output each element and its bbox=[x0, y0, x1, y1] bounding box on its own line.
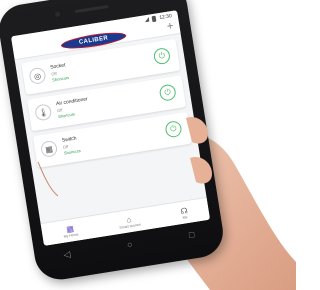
device-status: Off bbox=[56, 107, 63, 114]
nav-label: My Home bbox=[63, 231, 79, 239]
home-key-icon[interactable]: ○ bbox=[126, 239, 133, 250]
device-name: Socket bbox=[49, 62, 66, 71]
shortcuts-link[interactable]: Shortcuts bbox=[52, 75, 69, 83]
shortcuts-link[interactable]: Shortcuts bbox=[58, 111, 75, 119]
front-camera bbox=[54, 11, 61, 18]
back-key-icon[interactable]: ◁ bbox=[63, 248, 72, 260]
smartphone: 12:30 CALIBER + ◎ Socket Off Shortcuts ⏻… bbox=[0, 0, 227, 284]
signal-icon bbox=[144, 17, 150, 23]
thermometer-icon: 🌡 bbox=[34, 103, 53, 122]
switch-icon: ▦ bbox=[39, 139, 59, 159]
device-status: Off bbox=[62, 143, 69, 150]
device-status: Off bbox=[50, 70, 57, 77]
photo-scene: 12:30 CALIBER + ◎ Socket Off Shortcuts ⏻… bbox=[0, 0, 296, 290]
nav-label: Smart scenes bbox=[119, 222, 141, 230]
power-icon[interactable]: ⏻ bbox=[152, 46, 172, 66]
nav-my-home[interactable]: ▦ My Home bbox=[62, 223, 79, 239]
nav-smart-scenes[interactable]: ⌂ Smart scenes bbox=[118, 213, 141, 229]
recents-key-icon[interactable]: □ bbox=[188, 229, 195, 240]
shortcuts-link[interactable]: Shortcuts bbox=[63, 148, 80, 156]
device-name: Switch bbox=[61, 135, 77, 144]
battery-icon bbox=[151, 15, 157, 22]
device-name: Air conditioner bbox=[55, 96, 89, 108]
nav-label: Me bbox=[182, 214, 188, 220]
socket-icon: ◎ bbox=[28, 66, 47, 85]
power-icon[interactable]: ⏻ bbox=[164, 120, 183, 139]
earpiece-speaker bbox=[74, 4, 109, 14]
nav-me[interactable]: ☊ Me bbox=[180, 206, 189, 220]
power-icon[interactable]: ⏻ bbox=[158, 83, 177, 102]
phone-screen: 12:30 CALIBER + ◎ Socket Off Shortcuts ⏻… bbox=[10, 10, 211, 246]
add-device-button[interactable]: + bbox=[166, 20, 174, 33]
